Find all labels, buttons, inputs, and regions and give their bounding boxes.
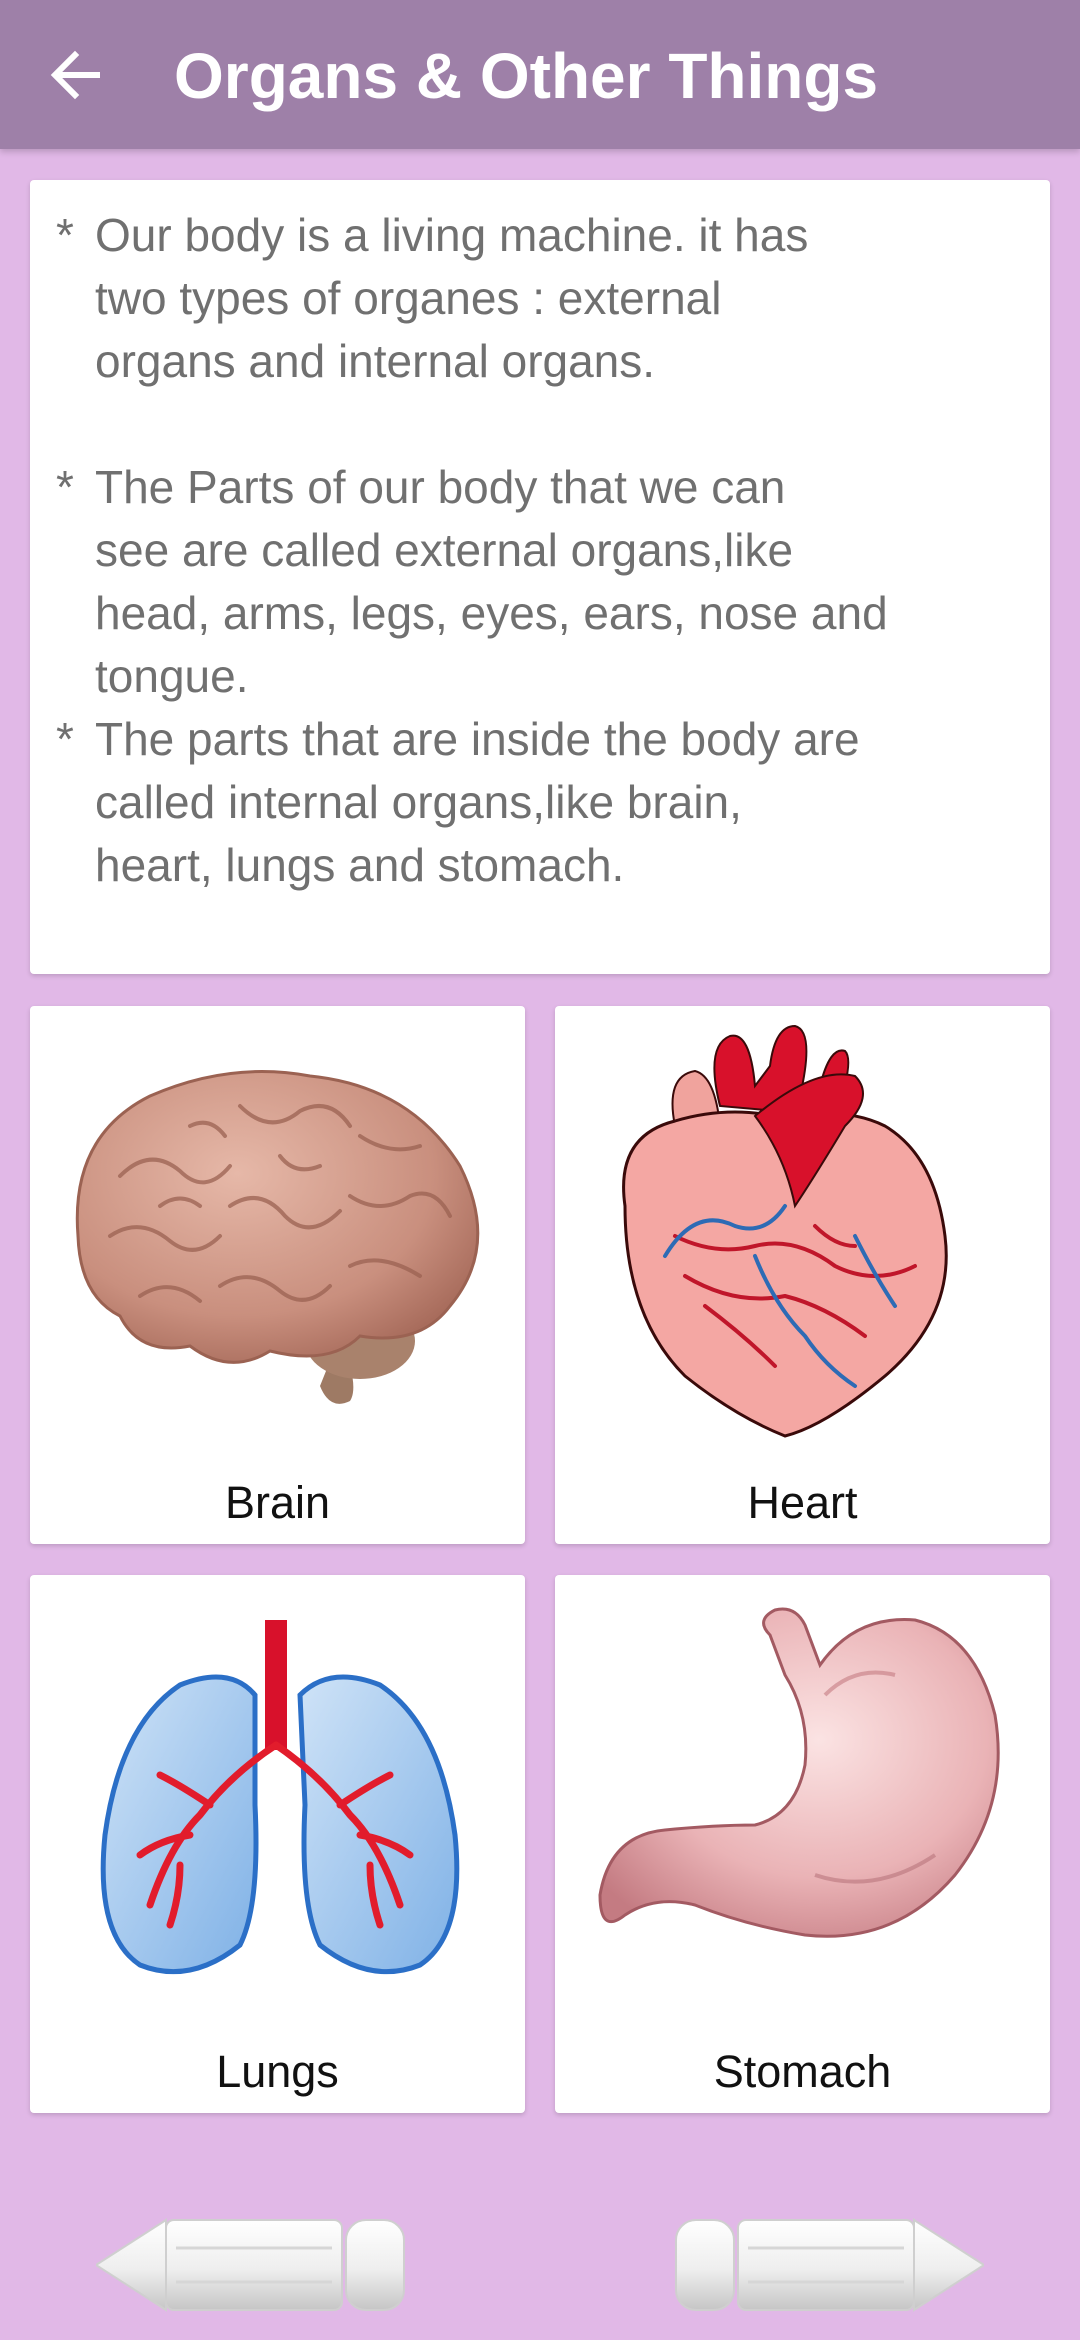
- lungs-image: [100, 1620, 460, 1975]
- organ-card-lungs[interactable]: Lungs: [30, 1575, 525, 2113]
- back-button[interactable]: [30, 30, 120, 120]
- info-paragraph: * The parts that are inside the body are…: [56, 708, 1036, 897]
- organ-label: Heart: [747, 1477, 858, 1528]
- organ-label: Stomach: [713, 2046, 892, 2097]
- app-bar: Organs & Other Things: [0, 0, 1080, 149]
- info-card: * Our body is a living machine. it has t…: [30, 180, 1050, 974]
- arrow-left-icon: [50, 50, 100, 100]
- heart-image: [622, 1024, 948, 1438]
- info-line: head, arms, legs, eyes, ears, nose and: [95, 587, 888, 639]
- info-line: heart, lungs and stomach.: [95, 839, 625, 891]
- info-paragraph: * The Parts of our body that we can see …: [56, 456, 1036, 708]
- info-line: called internal organs,like brain,: [95, 776, 742, 828]
- info-line: Our body is a living machine. it has: [95, 209, 809, 261]
- organ-card-stomach[interactable]: Stomach: [555, 1575, 1050, 2113]
- organ-label: Lungs: [216, 2046, 339, 2097]
- previous-arrow-icon[interactable]: [96, 2210, 414, 2320]
- organ-label: Brain: [224, 1477, 331, 1528]
- brain-image: [75, 1070, 480, 1404]
- page-title: Organs & Other Things: [174, 40, 879, 112]
- info-line: two types of organes : external: [95, 272, 722, 324]
- info-line: see are called external organs,like: [95, 524, 794, 576]
- info-line: The parts that are inside the body are: [95, 713, 860, 765]
- info-line: The Parts of our body that we can: [95, 461, 786, 513]
- bullet-marker: *: [56, 713, 74, 765]
- organ-card-heart[interactable]: Heart: [555, 1006, 1050, 1544]
- info-line: tongue.: [95, 650, 249, 702]
- info-line: organs and internal organs.: [95, 335, 656, 387]
- organ-card-brain[interactable]: Brain: [30, 1006, 525, 1544]
- info-paragraph: * Our body is a living machine. it has t…: [56, 204, 1036, 393]
- bullet-marker: *: [56, 461, 74, 513]
- stomach-image: [598, 1607, 1000, 1938]
- next-arrow-icon[interactable]: [666, 2210, 984, 2320]
- bullet-marker: *: [56, 209, 74, 261]
